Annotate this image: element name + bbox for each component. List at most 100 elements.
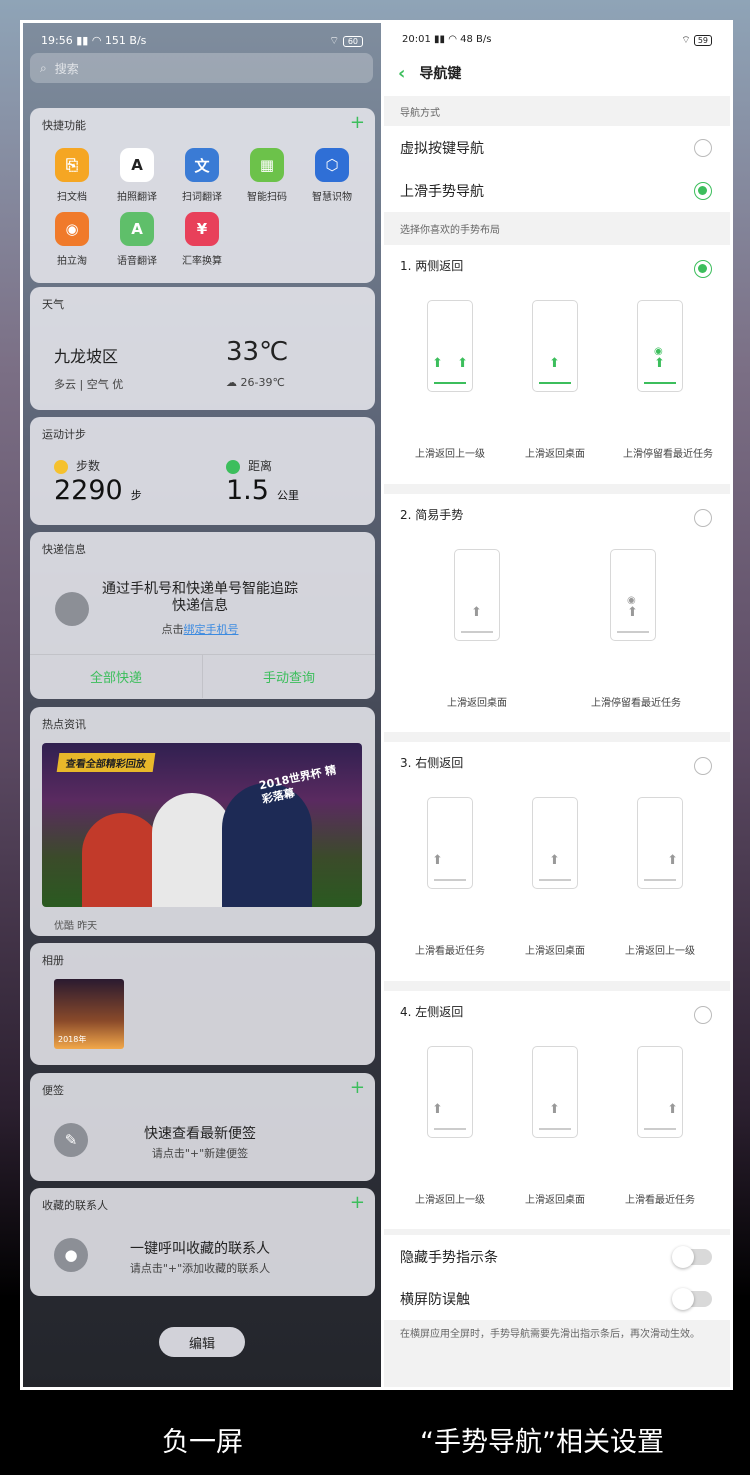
manual-query-button[interactable]: 手动查询	[202, 655, 375, 698]
card-title: 热点资讯	[42, 718, 86, 731]
divider	[384, 484, 730, 494]
hide-bar-toggle[interactable]	[672, 1245, 712, 1268]
left-caption: 负一屏	[162, 1427, 243, 1458]
radio-gesture[interactable]	[694, 181, 712, 200]
vibrate-icon: ⌔	[328, 34, 340, 47]
album-thumbnail[interactable]: 2018年	[54, 979, 124, 1049]
distance-number: 1.5	[226, 475, 269, 506]
quick-scan-doc[interactable]: ⎘ 扫文档	[42, 148, 102, 203]
radio-layout-1[interactable]	[694, 260, 712, 278]
layout-two-side-back[interactable]: 1. 两侧返回 ⬆ ⬆ ⬆ ◉ ⬆ 上滑返回上一级 上滑返回桌面 上滑停留看最近任务	[384, 245, 730, 484]
radio-layout-2[interactable]	[694, 509, 712, 527]
quick-label: 语音翻译	[117, 256, 157, 267]
qr-code-icon: ▦	[250, 148, 284, 182]
express-card: 快递信息 通过手机号和快递单号智能追踪快递信息 点击绑定手机号 全部快递 手动查…	[30, 532, 375, 699]
distance-label-text: 距离	[248, 459, 273, 473]
quick-exchange-rate[interactable]: ¥ 汇率换算	[172, 212, 232, 267]
up-arrow-icon: ⬆	[627, 605, 638, 620]
phone-diagram: ◉ ⬆	[610, 549, 656, 641]
quick-label: 智能扫码	[247, 192, 287, 203]
radio-layout-3[interactable]	[694, 757, 712, 775]
note-title: 快速查看最新便签	[144, 1126, 256, 1142]
quick-pailitao[interactable]: ◉ 拍立淘	[42, 212, 102, 267]
signal-icon: ▮▮	[434, 34, 446, 45]
quick-smart-scan[interactable]: ▦ 智能扫码	[237, 148, 297, 203]
gesture-bar	[434, 382, 466, 384]
edit-button[interactable]: 编辑	[159, 1327, 245, 1357]
up-arrow-icon: ⬆	[667, 1102, 678, 1117]
back-arrow-icon[interactable]: ‹	[398, 63, 405, 84]
distance-unit: 公里	[276, 489, 299, 502]
header: ‹ 导航键	[384, 53, 730, 93]
distance-value: 1.5 公里	[226, 475, 299, 506]
bind-phone-link[interactable]: 绑定手机号	[184, 623, 239, 636]
card-title: 天气	[42, 298, 64, 311]
scan-doc-icon: ⎘	[55, 148, 89, 182]
add-contact-icon[interactable]: +	[350, 1192, 365, 1213]
road-icon	[226, 459, 240, 474]
wifi-icon: ◠	[448, 34, 457, 45]
wifi-icon: ◠	[91, 34, 102, 47]
radio-layout-4[interactable]	[694, 1006, 712, 1024]
quick-label: 智慧识物	[312, 192, 352, 203]
voice-translate-icon: A	[120, 212, 154, 246]
news-card[interactable]: 热点资讯 查看全部精彩回放 2018世界杯 精彩落幕 优酷 昨天	[30, 707, 375, 936]
express-buttons: 全部快递 手动查询	[30, 654, 375, 698]
quick-photo-translate[interactable]: A 拍照翻译	[107, 148, 167, 203]
express-description: 通过手机号和快递单号智能追踪快递信息	[102, 581, 298, 614]
add-note-icon[interactable]: +	[350, 1077, 365, 1098]
phone-diagram: ⬆	[427, 797, 473, 889]
divider	[384, 981, 730, 991]
search-input[interactable]: ⌕ 搜索	[30, 53, 373, 83]
weather-card[interactable]: 天气 九龙坡区 多云 | 空气 优 33℃ ☁ 26-39℃	[30, 287, 375, 410]
layout-title: 4. 左侧返回	[400, 1005, 464, 1019]
steps-label-text: 步数	[76, 459, 101, 473]
hexagon-icon: ⬡	[315, 148, 349, 182]
gesture-bar	[644, 879, 676, 881]
weather-temp: 33℃	[226, 337, 289, 367]
weather-range-text: 26-39℃	[240, 376, 285, 389]
nav-virtual-option[interactable]: 虚拟按键导航	[384, 126, 730, 169]
steps-card[interactable]: 运动计步 步数 2290 步 距离 1.5 公里	[30, 417, 375, 525]
landscape-row[interactable]: 横屏防误触	[384, 1278, 730, 1320]
pencil-icon: ✎	[54, 1123, 88, 1157]
bind-prefix: 点击	[161, 623, 184, 636]
player-figure	[82, 813, 162, 907]
phone-diagram: ⬆	[532, 797, 578, 889]
contacts-card[interactable]: 收藏的联系人 + ● 一键呼叫收藏的联系人 请点击"+"添加收藏的联系人	[30, 1188, 375, 1296]
contacts-title: 一键呼叫收藏的联系人	[130, 1241, 270, 1257]
news-image[interactable]: 查看全部精彩回放 2018世界杯 精彩落幕	[42, 743, 362, 907]
nav-gesture-option[interactable]: 上滑手势导航	[384, 169, 730, 212]
search-icon: ⌕	[40, 60, 47, 75]
quick-voice-translate[interactable]: A 语音翻译	[107, 212, 167, 267]
layout-left-back[interactable]: 4. 左侧返回 ⬆ ⬆ ⬆ 上滑返回上一级 上滑返回桌面 上滑看最近任务	[384, 991, 730, 1229]
album-date: 2018年	[58, 1035, 87, 1044]
layout-caption: 上滑返回上一级	[415, 449, 485, 460]
net-speed: 48 B/s	[460, 34, 492, 45]
hide-gesture-bar-row[interactable]: 隐藏手势指示条	[384, 1235, 730, 1278]
distance-label: 距离	[226, 457, 272, 474]
truck-icon	[55, 592, 89, 626]
all-express-button[interactable]: 全部快递	[30, 655, 202, 698]
card-title: 运动计步	[42, 428, 86, 441]
steps-value: 2290 步	[54, 475, 142, 506]
add-icon[interactable]: +	[350, 112, 365, 133]
radio-virtual[interactable]	[694, 138, 712, 157]
phone-diagram: ⬆	[532, 300, 578, 392]
layout-section: 选择你喜欢的手势布局	[384, 212, 730, 245]
steps-label: 步数	[54, 457, 100, 474]
phone-diagram: ⬆	[637, 1046, 683, 1138]
express-bind-hint: 点击绑定手机号	[100, 621, 300, 637]
layout-simple-gesture[interactable]: 2. 简易手势 ⬆ ◉ ⬆ 上滑返回桌面 上滑停留看最近任务	[384, 494, 730, 732]
album-card[interactable]: 相册 2018年	[30, 943, 375, 1065]
notes-card[interactable]: 便签 + ✎ 快速查看最新便签 请点击"+"新建便签	[30, 1073, 375, 1181]
weather-city: 九龙坡区	[54, 347, 119, 366]
layout-caption: 上滑停留看最近任务	[591, 698, 681, 709]
quick-word-translate[interactable]: 文扫词翻译	[172, 148, 232, 203]
quick-object-recognition[interactable]: ⬡ 智慧识物	[302, 148, 362, 203]
layout-right-back[interactable]: 3. 右侧返回 ⬆ ⬆ ⬆ 上滑看最近任务 上滑返回桌面 上滑返回上一级	[384, 742, 730, 981]
layout-caption: 上滑停留看最近任务	[623, 449, 713, 460]
page-title: 导航键	[419, 66, 462, 82]
layout-caption: 上滑返回桌面	[525, 1195, 585, 1206]
landscape-toggle[interactable]	[672, 1288, 712, 1310]
